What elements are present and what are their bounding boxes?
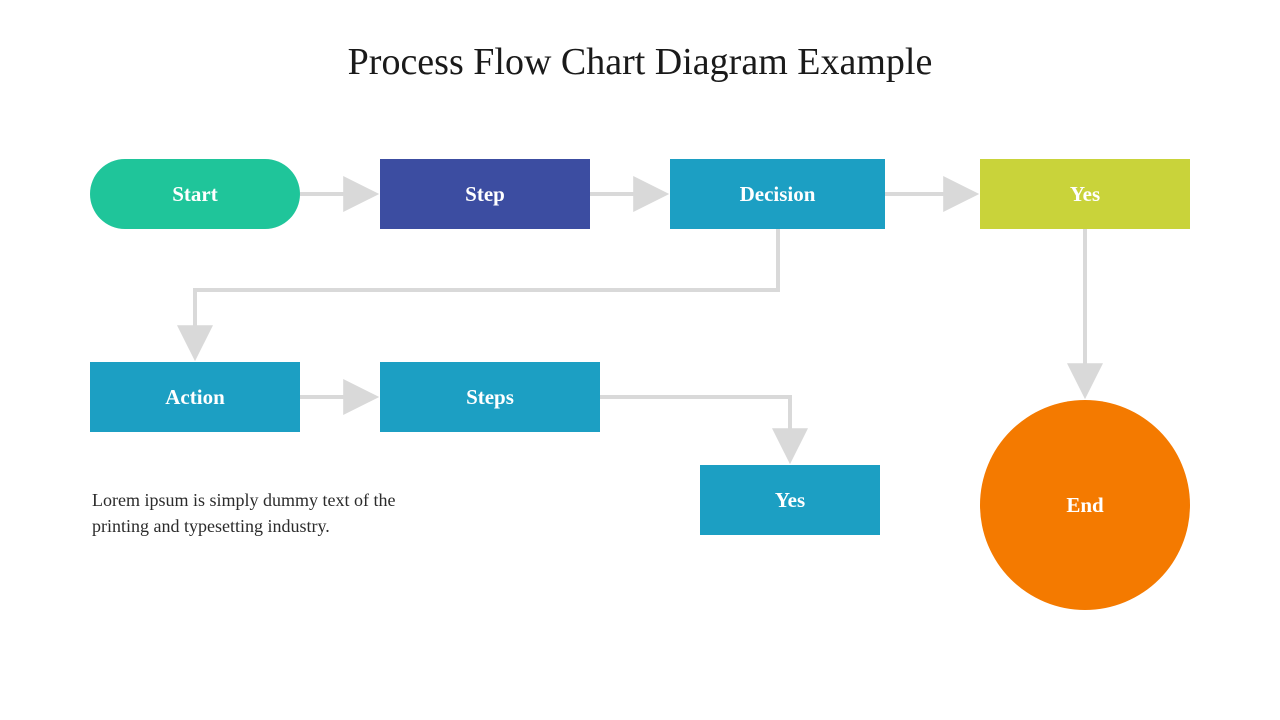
node-yes-2: Yes xyxy=(700,465,880,535)
node-end: End xyxy=(980,400,1190,610)
node-yes-1: Yes xyxy=(980,159,1190,229)
node-start: Start xyxy=(90,159,300,229)
node-step: Step xyxy=(380,159,590,229)
caption-text: Lorem ipsum is simply dummy text of the … xyxy=(92,487,452,539)
node-action: Action xyxy=(90,362,300,432)
connector-layer xyxy=(0,0,1280,720)
flowchart-stage: Process Flow Chart Diagram Example Start xyxy=(0,0,1280,720)
node-steps: Steps xyxy=(380,362,600,432)
page-title: Process Flow Chart Diagram Example xyxy=(0,40,1280,84)
node-decision: Decision xyxy=(670,159,885,229)
